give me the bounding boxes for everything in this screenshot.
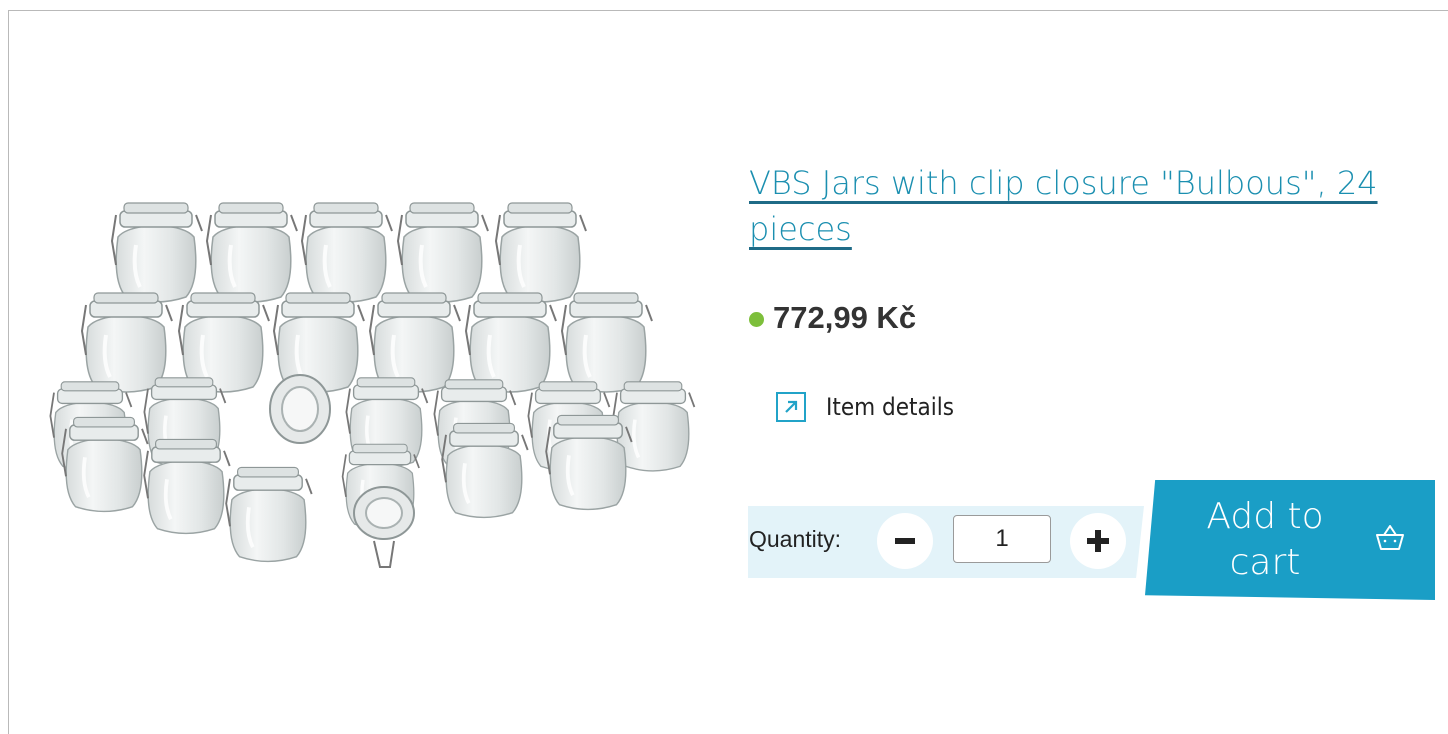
- quantity-increase-button[interactable]: [1070, 513, 1126, 569]
- plus-icon: [1087, 530, 1109, 552]
- add-to-cart-label: Add to cart: [1206, 496, 1324, 583]
- product-price: 772,99 Kč: [773, 300, 917, 335]
- price-row: 772,99 Kč: [749, 300, 916, 336]
- basket-icon: [1375, 524, 1405, 557]
- minus-icon: [895, 538, 915, 544]
- add-to-cart-button[interactable]: Add to cart: [1145, 480, 1435, 600]
- quantity-decrease-button[interactable]: [877, 513, 933, 569]
- item-details-link[interactable]: Item details: [776, 392, 954, 422]
- quantity-input[interactable]: [953, 515, 1051, 563]
- product-title-link[interactable]: VBS Jars with clip closure "Bulbous", 24…: [749, 160, 1429, 252]
- item-details-label: Item details: [826, 393, 954, 421]
- external-arrow-icon: [776, 392, 806, 422]
- product-image[interactable]: [28, 163, 716, 590]
- stock-status-dot: [749, 311, 764, 327]
- quantity-label: Quantity:: [749, 526, 842, 552]
